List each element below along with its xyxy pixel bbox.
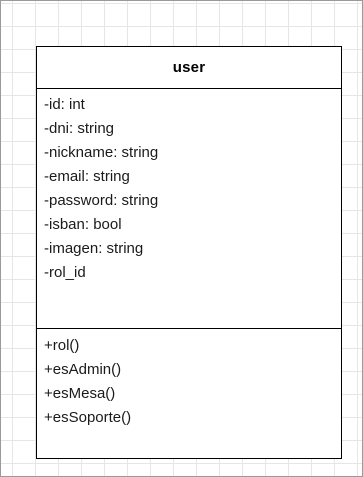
method-rol[interactable]: +rol() [37, 334, 341, 358]
methods-compartment[interactable]: +rol() +esAdmin() +esMesa() +esSoporte() [37, 329, 341, 430]
attribute-isban[interactable]: -isban: bool [37, 213, 341, 237]
attribute-email[interactable]: -email: string [37, 165, 341, 189]
method-es-soporte[interactable]: +esSoporte() [37, 406, 341, 430]
method-es-mesa[interactable]: +esMesa() [37, 382, 341, 406]
attribute-dni[interactable]: -dni: string [37, 117, 341, 141]
attribute-password[interactable]: -password: string [37, 189, 341, 213]
attribute-id[interactable]: -id: int [37, 93, 341, 117]
diagram-canvas[interactable]: user -id: int -dni: string -nickname: st… [0, 0, 363, 477]
attribute-nickname[interactable]: -nickname: string [37, 141, 341, 165]
attribute-imagen[interactable]: -imagen: string [37, 237, 341, 261]
class-name[interactable]: user [37, 47, 341, 89]
uml-class-user[interactable]: user -id: int -dni: string -nickname: st… [36, 46, 342, 459]
attribute-rol-id[interactable]: -rol_id [37, 261, 341, 285]
attributes-compartment[interactable]: -id: int -dni: string -nickname: string … [37, 89, 341, 329]
method-es-admin[interactable]: +esAdmin() [37, 358, 341, 382]
